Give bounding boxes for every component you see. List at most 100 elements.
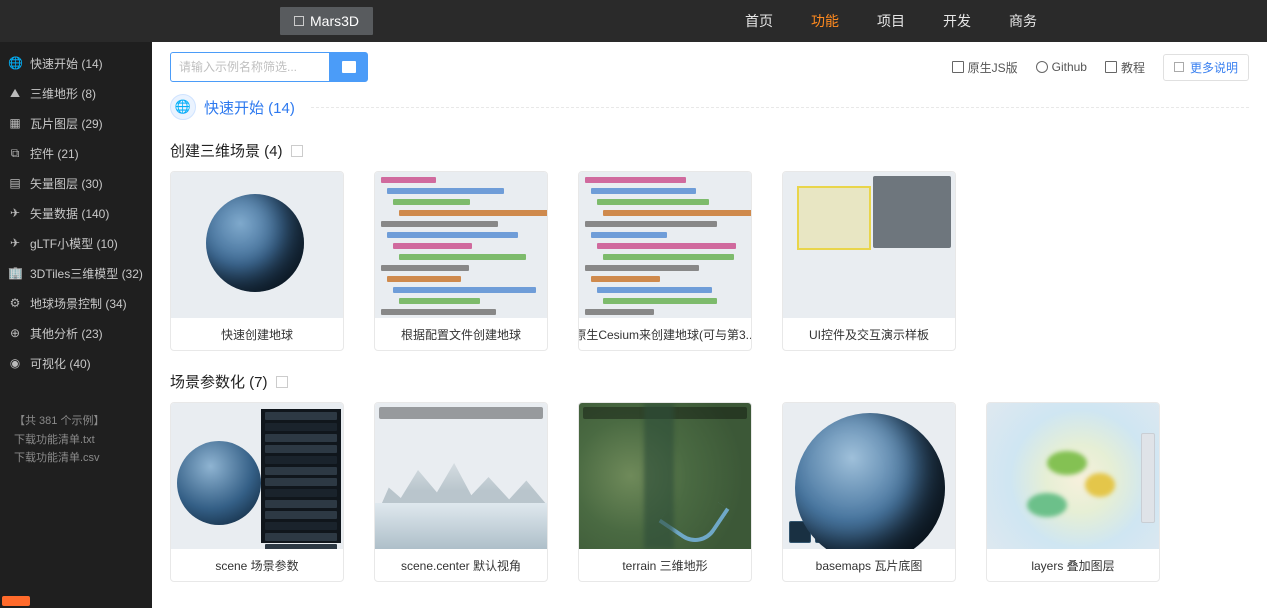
tab-globe-icon: 🌐 [170,94,196,120]
card-thumbnail [987,403,1159,549]
sidebar-footer: 【共 381 个示例】 下载功能清单.txt 下载功能清单.csv [0,412,152,468]
logo-icon [294,16,304,26]
tiles-icon: ▦ [8,116,22,130]
card-thumbnail [375,172,547,318]
example-card[interactable]: 根据配置文件创建地球 [374,171,548,351]
sidebar-item-6[interactable]: ✈ gLTF小模型 (10) [0,228,152,258]
section-0: 创建三维场景 (4) 快速创建地球根据配置文件创建地球原生Cesium来创建地球(… [170,140,1249,351]
download-csv-link[interactable]: 下载功能清单.csv [14,449,152,468]
nav-link-1[interactable]: 功能 [811,11,839,31]
card-thumbnail [783,403,955,549]
sidebar-item-label: 可视化 (40) [30,355,91,372]
analysis-icon: ⊕ [8,326,22,340]
eye-icon: ◉ [8,356,22,370]
more-info-button[interactable]: 更多说明 [1163,54,1249,81]
card-caption: 根据配置文件创建地球 [375,318,547,350]
section-marker-icon [276,376,288,388]
sidebar-item-1[interactable]: ⛰ 三维地形 (8) [0,78,152,108]
example-card[interactable]: layers 叠加图层 [986,402,1160,582]
bottom-indicator [2,596,30,606]
sidebar-item-8[interactable]: ⚙ 地球场景控制 (34) [0,288,152,318]
toolbar: 原生JS版 Github 教程 更多说明 [170,52,1249,82]
logo-text: Mars3D [310,13,359,29]
card-thumbnail [579,403,751,549]
card-thumbnail [375,403,547,549]
js-icon [952,61,964,73]
book-icon [1105,61,1117,73]
sidebar-item-label: 瓦片图层 (29) [30,115,103,132]
more-icon [1174,62,1184,72]
github-icon [1036,61,1048,73]
logo[interactable]: Mars3D [280,7,373,35]
sidebar-item-10[interactable]: ◉ 可视化 (40) [0,348,152,378]
example-card[interactable]: basemaps 瓦片底图 [782,402,956,582]
nav-link-4[interactable]: 商务 [1009,11,1037,31]
control-icon: ⚙ [8,296,22,310]
section-marker-icon [291,145,303,157]
sidebar-item-label: 三维地形 (8) [30,85,96,102]
card-thumbnail [783,172,955,318]
category-tab: 🌐 快速开始 (14) [170,94,1249,120]
sidebar-item-label: 其他分析 (23) [30,325,103,342]
sidebar-item-7[interactable]: 🏢 3DTiles三维模型 (32) [0,258,152,288]
globe-icon: 🌐 [8,56,22,70]
nav-link-3[interactable]: 开发 [943,11,971,31]
example-card[interactable]: scene.center 默认视角 [374,402,548,582]
sidebar-item-label: 3DTiles三维模型 (32) [30,265,143,282]
section-1: 场景参数化 (7) scene 场景参数 scene.center 默认视角 terr… [170,371,1249,582]
sidebar-item-3[interactable]: ⧉ 控件 (21) [0,138,152,168]
sidebar-item-4[interactable]: ▤ 矢量图层 (30) [0,168,152,198]
example-card[interactable]: 原生Cesium来创建地球(可与第3... [578,171,752,351]
nav-links: 首页 功能 项目 开发 商务 [745,11,1267,31]
nav-link-0[interactable]: 首页 [745,11,773,31]
card-thumbnail [171,172,343,318]
section-title: 场景参数化 (7) [170,371,1249,392]
top-nav: Mars3D 首页 功能 项目 开发 商务 [0,0,1267,42]
sidebar-item-5[interactable]: ✈ 矢量数据 (140) [0,198,152,228]
sidebar-item-label: gLTF小模型 (10) [30,235,118,252]
sidebar: 🌐 快速开始 (14) ⛰ 三维地形 (8) ▦ 瓦片图层 (29) ⧉ 控件 (21) ▤ 矢量… [0,42,152,608]
header-right-links: 原生JS版 Github 教程 更多说明 [952,54,1249,81]
card-caption: layers 叠加图层 [987,549,1159,581]
sidebar-item-label: 地球场景控制 (34) [30,295,127,312]
plane-icon: ✈ [8,236,22,250]
download-txt-link[interactable]: 下载功能清单.txt [14,431,152,450]
example-card[interactable]: terrain 三维地形 [578,402,752,582]
card-caption: 快速创建地球 [171,318,343,350]
example-count: 【共 381 个示例】 [14,412,152,431]
sidebar-item-label: 快速开始 (14) [30,55,103,72]
search-button[interactable] [330,52,368,82]
sidebar-item-label: 矢量数据 (140) [30,205,109,222]
data-icon: ✈ [8,206,22,220]
vector-icon: ▤ [8,176,22,190]
sidebar-item-label: 矢量图层 (30) [30,175,103,192]
card-caption: 原生Cesium来创建地球(可与第3... [579,318,751,350]
sidebar-item-label: 控件 (21) [30,145,79,162]
tutorial-link[interactable]: 教程 [1105,59,1145,76]
example-card[interactable]: 快速创建地球 [170,171,344,351]
widget-icon: ⧉ [8,146,22,161]
card-thumbnail [171,403,343,549]
card-caption: scene.center 默认视角 [375,549,547,581]
section-title: 创建三维场景 (4) [170,140,1249,161]
card-caption: UI控件及交互演示样板 [783,318,955,350]
example-card[interactable]: UI控件及交互演示样板 [782,171,956,351]
tab-label[interactable]: 快速开始 (14) [204,97,295,118]
sidebar-item-9[interactable]: ⊕ 其他分析 (23) [0,318,152,348]
mountain-icon: ⛰ [8,86,22,101]
card-caption: basemaps 瓦片底图 [783,549,955,581]
sidebar-item-2[interactable]: ▦ 瓦片图层 (29) [0,108,152,138]
github-link[interactable]: Github [1036,60,1087,74]
search-input[interactable] [170,52,330,82]
main-content: 原生JS版 Github 教程 更多说明 🌐 快速开始 (14) 创建三维场景 … [152,42,1267,602]
card-caption: terrain 三维地形 [579,549,751,581]
building-icon: 🏢 [8,266,22,280]
card-thumbnail [579,172,751,318]
example-card[interactable]: scene 场景参数 [170,402,344,582]
card-caption: scene 场景参数 [171,549,343,581]
search-box [170,52,368,82]
nav-link-2[interactable]: 项目 [877,11,905,31]
sidebar-item-0[interactable]: 🌐 快速开始 (14) [0,48,152,78]
search-go-icon [342,61,356,73]
js-version-link[interactable]: 原生JS版 [952,59,1018,76]
